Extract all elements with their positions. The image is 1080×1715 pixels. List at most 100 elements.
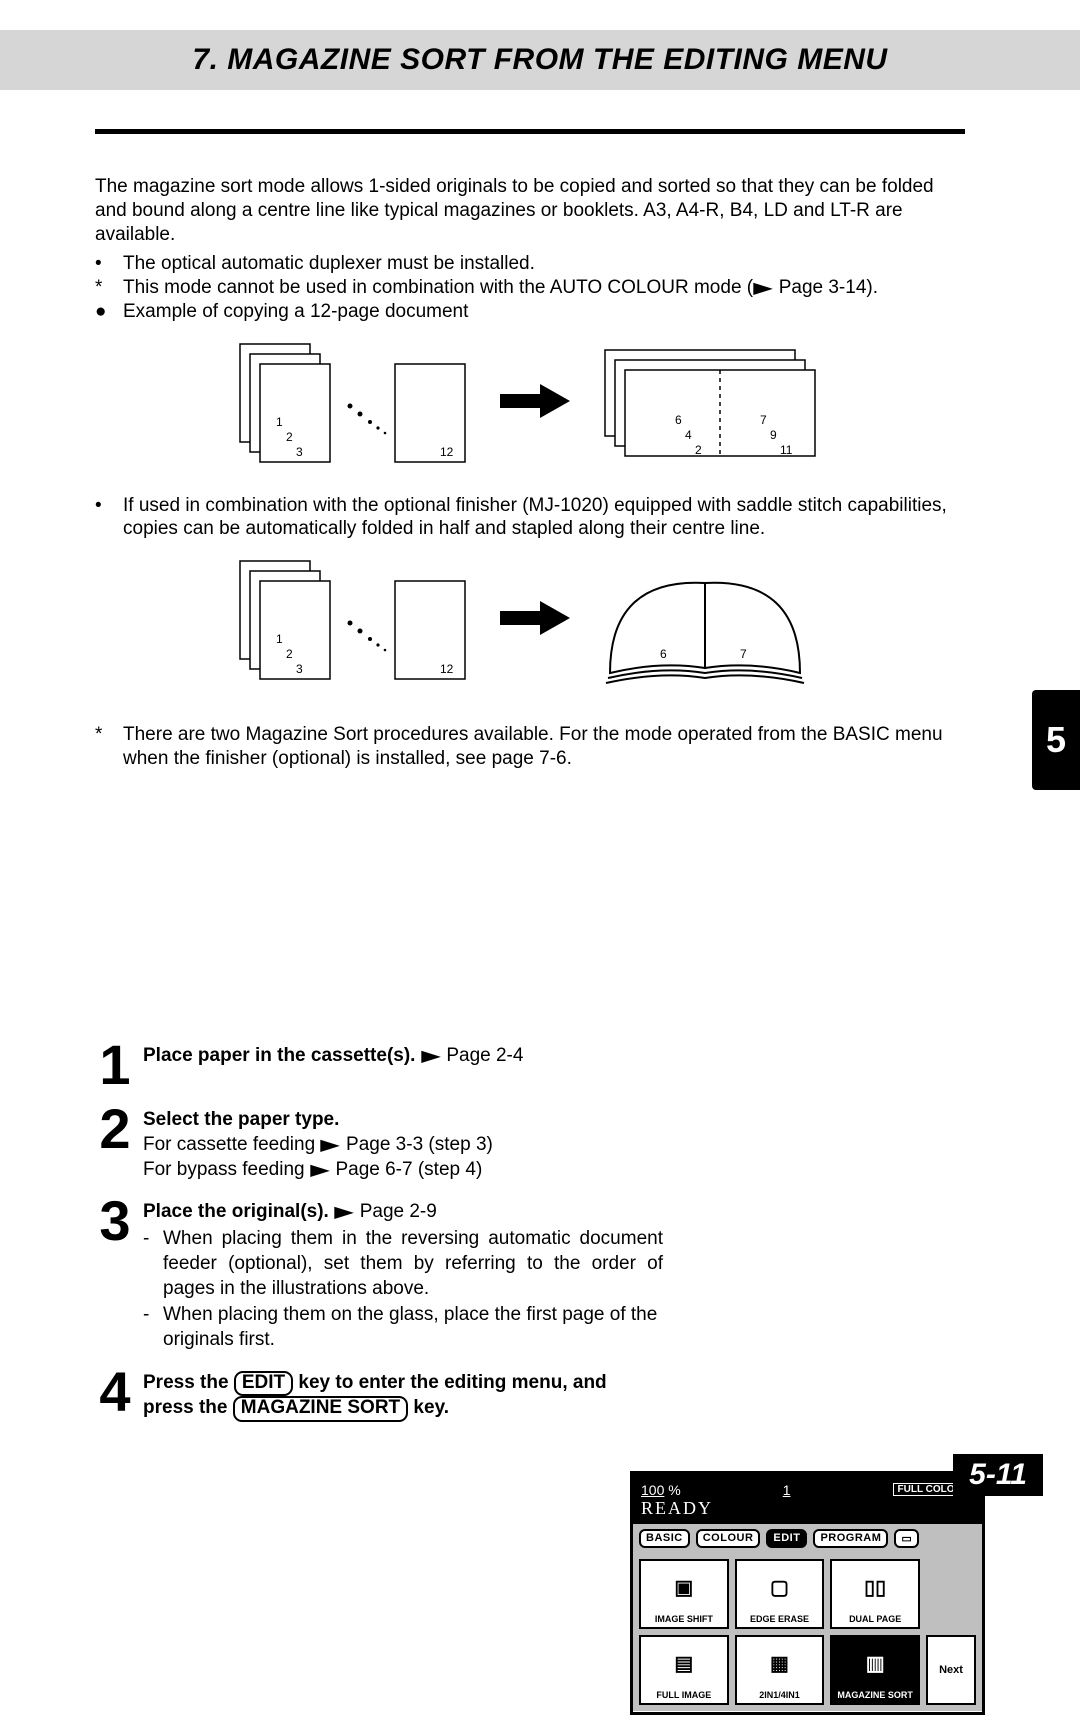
step-2-number: 2 (95, 1104, 135, 1182)
bullet-finisher: • If used in combination with the option… (95, 494, 965, 542)
step-2-line1b: Page 3-3 (step 3) (341, 1134, 493, 1155)
d2-stack-1: 1 (276, 632, 283, 646)
section-title: 7. MAGAZINE SORT FROM THE EDITING MENU (192, 43, 887, 77)
page-number: 5-11 (953, 1454, 1043, 1496)
chapter-tab: 5 (1032, 690, 1080, 790)
d2-single: 12 (440, 662, 454, 676)
dash-icon: - (143, 1303, 155, 1352)
d1-stack-3: 3 (296, 445, 303, 459)
manual-page: 7. MAGAZINE SORT FROM THE EDITING MENU T… (0, 0, 1080, 1526)
step-4-body: Press the EDIT key to enter the editing … (143, 1367, 623, 1423)
step-4-t1: Press the (143, 1372, 234, 1393)
step-2-line1a: For cassette feeding (143, 1134, 320, 1155)
panel-blank (926, 1559, 976, 1629)
d1-stack-2: 2 (286, 430, 293, 444)
btn-edge-erase[interactable]: ▢EDGE ERASE (735, 1559, 825, 1629)
d1-single: 12 (440, 445, 454, 459)
step-3: 3 Place the original(s). ▶ Page 2-9 - Wh… (95, 1196, 965, 1352)
control-panel-illustration: 100 % 1 FULL COLOUR READY BASIC COLOUR E… (630, 1471, 985, 1715)
bullet-autocolour-text: This mode cannot be used in combination … (123, 276, 878, 300)
title-rule (95, 129, 965, 134)
bullet-autocolour: * This mode cannot be used in combinatio… (95, 276, 965, 300)
bullet-example-text: Example of copying a 12-page document (123, 300, 468, 324)
panel-header: 100 % 1 FULL COLOUR READY (633, 1474, 982, 1524)
bullet-duplexer-text: The optical automatic duplexer must be i… (123, 252, 535, 276)
step-4-number: 4 (95, 1367, 135, 1423)
panel-pct: % (668, 1482, 680, 1498)
step-2-line2a: For bypass feeding (143, 1159, 310, 1180)
bullet-finisher-text: If used in combination with the optional… (123, 494, 965, 542)
body-content: The magazine sort mode allows 1-sided or… (95, 175, 965, 771)
btn-full-image[interactable]: ▤FULL IMAGE (639, 1635, 729, 1705)
pointer-icon: ▶ (334, 1203, 354, 1224)
bullet-dot-icon: • (95, 494, 113, 542)
step-1-title: Place paper in the cassette(s). (143, 1045, 415, 1066)
panel-ready: READY (641, 1498, 974, 1519)
bullet-dot-icon: • (95, 252, 113, 276)
step-list: 1 Place paper in the cassette(s). ▶ Page… (95, 1040, 965, 1436)
step-2-title: Select the paper type. (143, 1109, 339, 1130)
panel-tabs: BASIC COLOUR EDIT PROGRAM ▭ (633, 1524, 982, 1553)
pointer-icon: ▶ (753, 279, 773, 299)
asterisk-icon: * (95, 723, 113, 771)
btn-next[interactable]: Next (926, 1635, 976, 1705)
panel-grid: ▣IMAGE SHIFT ▢EDGE ERASE ▯▯DUAL PAGE ▤FU… (633, 1553, 982, 1711)
panel-status-row: 100 % 1 FULL COLOUR (641, 1482, 974, 1498)
btn-image-shift[interactable]: ▣IMAGE SHIFT (639, 1559, 729, 1629)
d1-stack-1: 1 (276, 415, 283, 429)
bullet-duplexer: • The optical automatic duplexer must be… (95, 252, 965, 276)
edge-erase-icon: ▢ (770, 1561, 789, 1614)
asterisk-icon: * (95, 276, 113, 300)
intro-paragraph: The magazine sort mode allows 1-sided or… (95, 175, 965, 246)
pointer-icon: ▶ (310, 1161, 330, 1182)
d1-left-1: 4 (685, 428, 692, 442)
d2-stack-2: 2 (286, 647, 293, 661)
step-3-sub1-text: When placing them in the reversing autom… (163, 1227, 663, 1301)
step-4-key-edit: EDIT (234, 1371, 293, 1397)
btn-dual-page[interactable]: ▯▯DUAL PAGE (830, 1559, 920, 1629)
d1-left-0: 6 (675, 413, 682, 427)
step-4: 4 Press the EDIT key to enter the editin… (95, 1367, 965, 1423)
diagram-booklet: 1 2 3 12 6 7 (210, 553, 850, 713)
step-1-body: Place paper in the cassette(s). ▶ Page 2… (143, 1040, 965, 1090)
d1-right-2: 11 (780, 443, 793, 457)
step-2-body: Select the paper type. For cassette feed… (143, 1104, 965, 1182)
panel-count: 1 (783, 1482, 791, 1498)
step-3-body: Place the original(s). ▶ Page 2-9 - When… (143, 1196, 663, 1352)
step-2: 2 Select the paper type. For cassette fe… (95, 1104, 965, 1182)
step-3-ref: Page 2-9 (354, 1201, 436, 1222)
tab-program[interactable]: PROGRAM (813, 1529, 888, 1548)
step-1-ref: Page 2-4 (441, 1045, 523, 1066)
step-3-sub2-text: When placing them on the glass, place th… (163, 1303, 663, 1352)
d2-book-right: 7 (740, 647, 747, 661)
panel-zoom: 100 (641, 1482, 664, 1498)
step-3-sub1: - When placing them in the reversing aut… (143, 1227, 663, 1301)
step-3-sub2: - When placing them on the glass, place … (143, 1303, 663, 1352)
dash-icon: - (143, 1227, 155, 1301)
d2-book-left: 6 (660, 647, 667, 661)
pointer-icon: ▶ (421, 1047, 441, 1068)
nup-icon: ▦ (770, 1637, 789, 1690)
tab-basic[interactable]: BASIC (639, 1529, 690, 1548)
note-two-procedures-text: There are two Magazine Sort procedures a… (123, 723, 965, 771)
step-4-t3: key. (408, 1397, 449, 1418)
step-3-number: 3 (95, 1196, 135, 1352)
btn-2in1-4in1[interactable]: ▦2IN1/4IN1 (735, 1635, 825, 1705)
chapter-number: 5 (1046, 719, 1066, 761)
section-title-bar: 7. MAGAZINE SORT FROM THE EDITING MENU (0, 30, 1080, 90)
tab-extra-icon[interactable]: ▭ (894, 1529, 919, 1548)
bullet-example: ● Example of copying a 12-page document (95, 300, 965, 324)
magazine-sort-icon: ▥ (866, 1637, 885, 1690)
d1-left-2: 2 (695, 443, 702, 457)
d2-stack-3: 3 (296, 662, 303, 676)
filled-bullet-icon: ● (95, 300, 113, 324)
btn-magazine-sort[interactable]: ▥MAGAZINE SORT (830, 1635, 920, 1705)
tab-edit[interactable]: EDIT (766, 1529, 807, 1548)
step-4-key-magsort: MAGAZINE SORT (233, 1396, 408, 1422)
tab-colour[interactable]: COLOUR (696, 1529, 761, 1548)
step-2-line2b: Page 6-7 (step 4) (330, 1159, 482, 1180)
bullet-autocolour-prefix: This mode cannot be used in combination … (123, 277, 753, 298)
page-number-text: 5-11 (969, 1458, 1027, 1491)
full-image-icon: ▤ (674, 1637, 693, 1690)
pointer-icon: ▶ (321, 1136, 341, 1157)
